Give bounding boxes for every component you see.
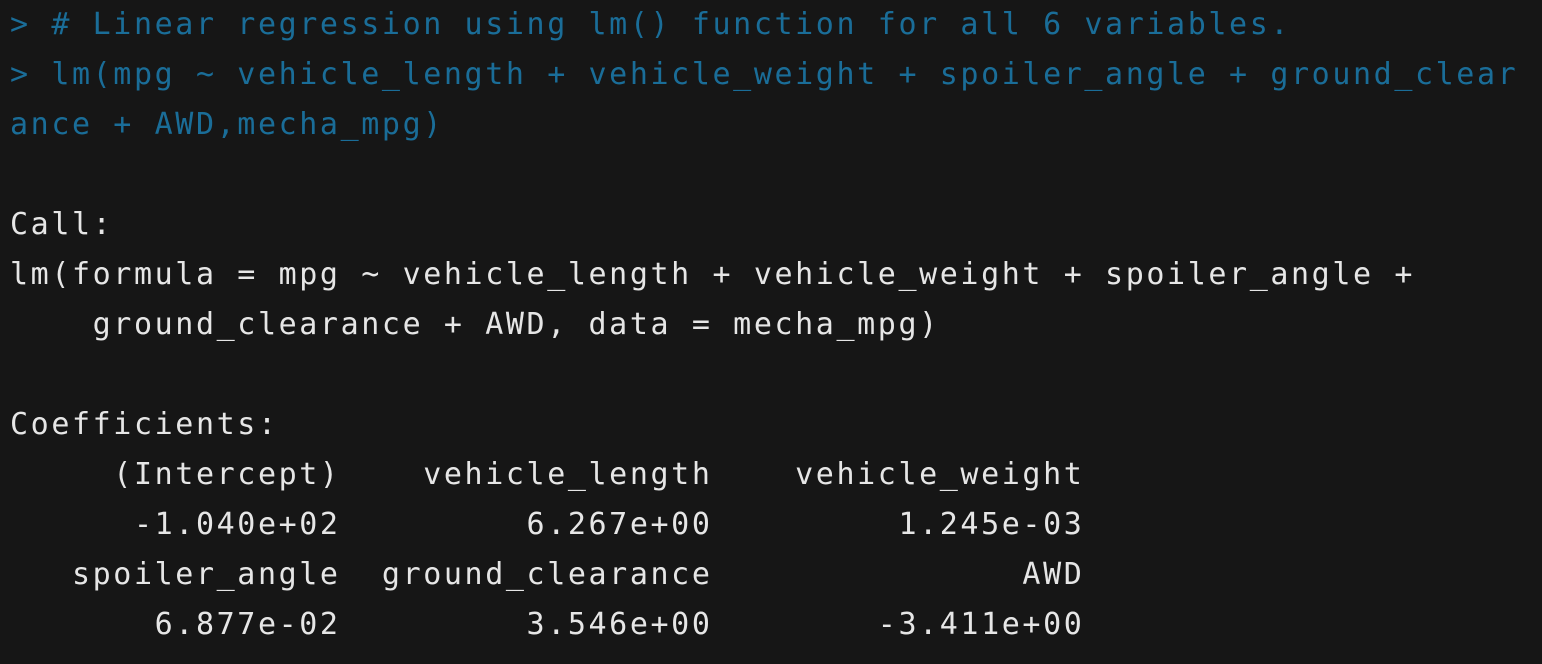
coefficient-names-row: spoiler_angle ground_clearance AWD	[10, 557, 1085, 592]
console-command-continuation: ance + AWD,mecha_mpg)	[10, 107, 444, 142]
call-header: Call:	[10, 207, 114, 242]
coefficients-header: Coefficients:	[10, 407, 279, 442]
coefficient-values-row: -1.040e+02 6.267e+00 1.245e-03	[10, 507, 1085, 542]
console-comment-line: > # Linear regression using lm() functio…	[10, 7, 1292, 42]
r-console[interactable]: > # Linear regression using lm() functio…	[0, 0, 1542, 664]
call-formula-line: lm(formula = mpg ~ vehicle_length + vehi…	[10, 257, 1436, 292]
call-formula-continuation: ground_clearance + AWD, data = mecha_mpg…	[10, 307, 940, 342]
coefficient-values-row: 6.877e-02 3.546e+00 -3.411e+00	[10, 607, 1085, 642]
console-command-line: > lm(mpg ~ vehicle_length + vehicle_weig…	[10, 57, 1519, 92]
coefficient-names-row: (Intercept) vehicle_length vehicle_weigh…	[10, 457, 1085, 492]
